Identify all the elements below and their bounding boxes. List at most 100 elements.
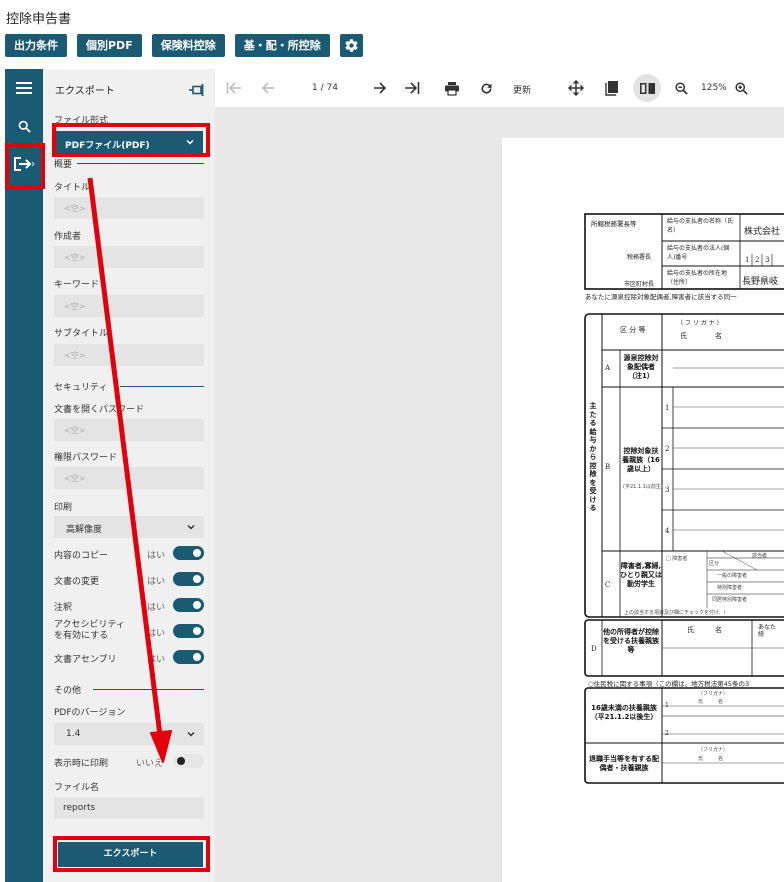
file-format-highlight	[52, 123, 210, 157]
print-icon	[445, 81, 459, 96]
tax-office-label: 所轄税務署長等	[591, 220, 637, 228]
document-page: 所轄税務署長等 給与の支払者の名称（氏名） 株式会社 税務署長 給与の支払者の法…	[502, 138, 784, 882]
section-c-note: 上の該当する項目及び欄にチェックを付け,（	[624, 610, 726, 616]
copy-content-toggle[interactable]	[173, 546, 204, 560]
next-page-icon	[374, 82, 387, 94]
section-e-name-header: 氏 名	[698, 699, 724, 705]
pin-button[interactable]	[188, 81, 204, 100]
previous-page-button[interactable]	[258, 69, 278, 107]
document-assembly-value: はい	[147, 655, 166, 665]
section-b-letter: B	[605, 463, 611, 471]
municipality-label: 市区町村長	[624, 281, 655, 288]
pdf-version-label: PDFのバージョン	[54, 708, 126, 718]
accessibility-label: アクセシビリティを有効にする	[54, 620, 126, 641]
export-tab-highlight	[5, 143, 45, 189]
annotations-toggle[interactable]	[173, 598, 204, 612]
basic-spouse-income-deduction-button[interactable]: 基・配・所控除	[234, 34, 330, 57]
last-page-icon	[405, 82, 420, 94]
applicable-person-header: 該当者	[752, 553, 768, 559]
subtitle-input[interactable]: <空>	[54, 344, 204, 366]
resident-tax-notice: ○住民税に関する事項（この欄は、地方税法第45条の3	[588, 680, 750, 688]
output-conditions-button[interactable]: 出力条件	[5, 34, 67, 57]
section-d-relationship-header: あなた続	[758, 624, 777, 638]
section-e-row-number: 2	[665, 730, 669, 737]
print-select[interactable]: 高解像度	[54, 516, 204, 538]
furigana-header: （ フ リ ガ ナ ）	[677, 320, 723, 327]
book-view-button[interactable]	[633, 69, 661, 107]
security-section-title: セキュリティ	[54, 383, 108, 393]
section-d-label: 他の所得者が控除を受ける扶養親族等	[603, 628, 659, 654]
summary-section-divider	[77, 163, 204, 164]
zoom-level[interactable]: 125%	[701, 83, 727, 93]
print-button[interactable]	[441, 69, 463, 107]
search-button[interactable]	[5, 110, 43, 142]
filename-input[interactable]: reports	[54, 797, 204, 819]
permission-password-placeholder: <空>	[64, 474, 86, 483]
modify-document-label: 文書の変更	[54, 577, 100, 587]
print-on-display-toggle[interactable]	[173, 754, 204, 768]
document-assembly-toggle[interactable]	[173, 650, 204, 664]
permission-password-input[interactable]: <空>	[54, 467, 204, 489]
book-view-highlight	[633, 74, 661, 102]
document-viewer[interactable]: 所轄税務署長等 給与の支払者の名称（氏名） 株式会社 税務署長 給与の支払者の法…	[215, 107, 784, 882]
export-panel-title: エクスポート	[55, 86, 115, 97]
print-label: 印刷	[54, 503, 73, 513]
first-page-button[interactable]	[224, 69, 244, 107]
payer-name-value: 株式会社	[744, 227, 781, 237]
individual-pdf-button[interactable]: 個別PDF	[77, 34, 142, 57]
refresh-button[interactable]	[475, 69, 497, 107]
title-placeholder: <空>	[64, 204, 86, 213]
accessibility-toggle[interactable]	[173, 624, 204, 638]
settings-button[interactable]	[339, 34, 363, 57]
menu-button[interactable]	[5, 72, 43, 104]
main-salary-vertical-title: 主たる給与から控除を受ける	[589, 402, 597, 512]
section-c-letter: C	[605, 581, 611, 589]
last-page-button[interactable]	[402, 69, 422, 107]
zoom-in-button[interactable]	[731, 69, 751, 107]
print-value: 高解像度	[66, 525, 103, 535]
summary-section-title: 概要	[54, 160, 73, 170]
viewer-toolbar: 1 / 74 更新 125%	[215, 69, 784, 107]
title-input[interactable]: <空>	[54, 197, 204, 219]
section-b-sublabel: (平21.1.1以前生)	[623, 484, 663, 490]
chevron-down-icon	[187, 524, 195, 530]
pdf-version-select[interactable]: 1.4	[54, 723, 204, 745]
deduction-notice-text: あなたに源泉控除対象配偶者,障害者に該当する同一	[585, 293, 737, 301]
page-indicator[interactable]: 1 / 74	[312, 83, 338, 93]
single-page-button[interactable]	[601, 69, 623, 107]
export-button-highlight	[53, 836, 210, 872]
filename-label: ファイル名	[54, 783, 100, 793]
copy-content-value: はい	[147, 551, 166, 561]
refresh-label[interactable]: 更新	[513, 83, 531, 96]
move-button[interactable]	[565, 69, 587, 107]
modify-document-toggle[interactable]	[173, 572, 204, 586]
section-d-letter: D	[591, 645, 597, 653]
subtitle-label: サブタイトル	[54, 329, 109, 339]
payer-address-value: 長野県岐	[742, 277, 779, 287]
book-view-icon	[639, 83, 655, 94]
section-d-name-header: 氏 名	[687, 626, 722, 634]
payer-number-label: 給与の支払者の法人(個人)番号	[667, 245, 730, 261]
section-f-furigana-header: （フリガナ）	[698, 747, 729, 753]
section-a-label: 源泉控除対象配偶者（注1）	[623, 354, 659, 380]
hamburger-icon	[16, 82, 32, 94]
section-b-label: 控除対象扶養親族（16歳以上）	[622, 447, 660, 473]
section-b-row-number: 2	[665, 445, 670, 453]
payer-number-digit: 2	[755, 256, 760, 264]
keywords-input[interactable]: <空>	[54, 295, 204, 317]
permission-password-label: 権限パスワード	[54, 453, 118, 463]
section-e-furigana-header: （フリガナ）	[698, 691, 729, 697]
keywords-placeholder: <空>	[64, 302, 86, 311]
subtitle-placeholder: <空>	[64, 351, 86, 360]
next-page-button[interactable]	[370, 69, 390, 107]
section-f-label: 退職手当等を有する配偶者・扶養親族	[589, 755, 659, 772]
copy-content-label: 内容のコピー	[54, 551, 109, 561]
author-input[interactable]: <空>	[54, 246, 204, 268]
insurance-deduction-button[interactable]: 保険料控除	[151, 34, 225, 57]
name-header: 氏 名	[680, 332, 722, 340]
section-e-label: 16歳未満の扶養親族（平21.1.2以後生）	[590, 704, 658, 721]
section-a-letter: A	[605, 364, 611, 372]
chevron-down-icon	[187, 731, 195, 737]
open-password-input[interactable]: <空>	[54, 419, 204, 441]
zoom-out-button[interactable]	[671, 69, 691, 107]
